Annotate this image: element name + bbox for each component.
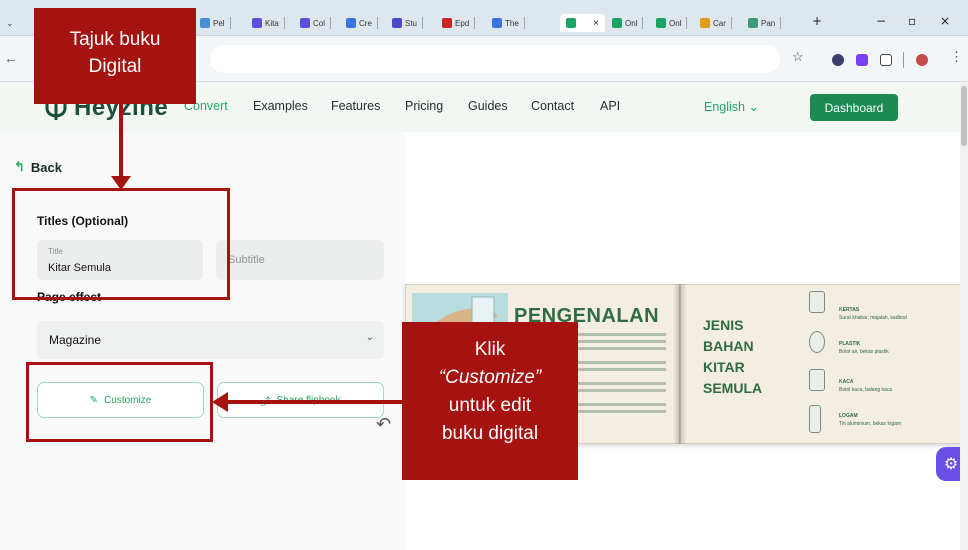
browser-tab[interactable]: Epd bbox=[442, 16, 476, 30]
item-label: LOGAM bbox=[839, 413, 858, 419]
browser-tab[interactable]: Stu bbox=[392, 16, 424, 30]
browser-tab[interactable]: Pan bbox=[748, 16, 782, 30]
dashboard-button[interactable]: Dashboard bbox=[810, 94, 898, 121]
browser-tab[interactable]: Onl bbox=[612, 16, 644, 30]
annotation-arrow-line bbox=[226, 400, 402, 404]
text-line bbox=[566, 368, 666, 371]
tab-favicon-icon bbox=[392, 18, 402, 28]
browser-tab[interactable]: Kita bbox=[252, 16, 285, 30]
page-effect-select[interactable]: Magazine ⌄ bbox=[37, 321, 384, 359]
annotation-arrow-line bbox=[119, 104, 123, 178]
extension-icon[interactable] bbox=[856, 54, 868, 66]
arrow-left-icon bbox=[212, 392, 228, 412]
text-line bbox=[566, 389, 666, 392]
back-arrow-icon[interactable]: ← bbox=[4, 50, 18, 66]
plastic-icon bbox=[809, 331, 825, 353]
maximize-button[interactable]: ▫ bbox=[908, 14, 916, 28]
text-line bbox=[566, 333, 666, 336]
tab-close-icon[interactable]: × bbox=[593, 18, 599, 29]
url-field[interactable] bbox=[210, 45, 780, 73]
undo-icon[interactable]: ↶ bbox=[376, 414, 391, 435]
browser-tab[interactable]: Col bbox=[300, 16, 332, 30]
tab-favicon-icon bbox=[346, 18, 356, 28]
chevron-down-icon: ⌄ bbox=[748, 100, 759, 114]
tab-favicon-icon bbox=[252, 18, 262, 28]
subtitle-field[interactable]: Subtitle bbox=[216, 240, 384, 280]
nav-api[interactable]: API bbox=[600, 99, 620, 113]
more-menu-icon[interactable]: ⋮ bbox=[950, 49, 963, 65]
nav-pricing[interactable]: Pricing bbox=[405, 99, 443, 113]
text-line bbox=[566, 382, 666, 385]
browser-tab[interactable]: Pel bbox=[200, 16, 231, 30]
scrollbar-thumb[interactable] bbox=[961, 86, 967, 146]
subtitle-placeholder: Subtitle bbox=[228, 254, 265, 266]
item-desc: Surat khabar, majalah, kadbod bbox=[839, 315, 907, 321]
puzzle-icon[interactable] bbox=[880, 54, 892, 66]
chevron-down-icon: ⌄ bbox=[365, 332, 374, 343]
tab-favicon-icon bbox=[700, 18, 710, 28]
nav-features[interactable]: Features bbox=[331, 99, 380, 113]
browser-tab-active[interactable]: × bbox=[560, 14, 605, 32]
new-tab-button[interactable]: + bbox=[812, 14, 822, 28]
back-link[interactable]: ↰ Back bbox=[14, 159, 62, 175]
tab-favicon-icon bbox=[300, 18, 310, 28]
annotation-callout-title: Tajuk buku Digital bbox=[34, 8, 196, 104]
text-line bbox=[566, 340, 666, 343]
annotation-box-titles bbox=[12, 188, 230, 300]
toolbar-divider bbox=[903, 52, 904, 68]
item-desc: Botol air, bekas plastik bbox=[839, 349, 889, 355]
nav-examples[interactable]: Examples bbox=[253, 99, 308, 113]
tab-favicon-icon bbox=[442, 18, 452, 28]
annotation-callout-customize: Klik “Customize” untuk edit buku digital bbox=[402, 322, 578, 480]
scrollbar[interactable] bbox=[960, 82, 968, 550]
metal-can-icon bbox=[809, 405, 821, 433]
tab-favicon-icon bbox=[200, 18, 210, 28]
page-heading-right: JENIS BAHAN KITAR SEMULA bbox=[703, 317, 763, 396]
nav-contact[interactable]: Contact bbox=[531, 99, 574, 113]
glass-icon bbox=[809, 369, 825, 391]
back-arrow-icon: ↰ bbox=[14, 159, 25, 174]
text-line bbox=[566, 361, 666, 364]
tab-menu-chevron[interactable]: ⌄ bbox=[6, 16, 14, 30]
tab-favicon-icon bbox=[492, 18, 502, 28]
browser-tab[interactable]: Cre bbox=[346, 16, 378, 30]
language-selector[interactable]: English ⌄ bbox=[704, 99, 759, 114]
text-line bbox=[566, 347, 666, 350]
arrow-down-icon bbox=[111, 176, 131, 190]
annotation-box-customize bbox=[26, 362, 213, 442]
tab-favicon-icon bbox=[566, 18, 576, 28]
browser-tab[interactable]: Onl bbox=[656, 16, 688, 30]
browser-tab[interactable]: Car bbox=[700, 16, 732, 30]
back-label: Back bbox=[30, 159, 62, 175]
text-line bbox=[566, 410, 666, 413]
profile-avatar[interactable] bbox=[916, 54, 928, 66]
book-page-right: JENIS BAHAN KITAR SEMULA KERTAS Surat kh… bbox=[680, 284, 962, 444]
item-label: KACA bbox=[839, 379, 854, 385]
close-window-button[interactable]: × bbox=[940, 14, 950, 28]
item-desc: Botol kaca, balang kaca bbox=[839, 387, 893, 393]
browser-tab[interactable]: The bbox=[492, 16, 525, 30]
page-effect-value: Magazine bbox=[49, 333, 102, 347]
item-desc: Tin aluminium, bekas logam bbox=[839, 421, 902, 427]
paper-icon bbox=[809, 291, 825, 313]
tab-favicon-icon bbox=[748, 18, 758, 28]
tab-favicon-icon bbox=[612, 18, 622, 28]
nav-guides[interactable]: Guides bbox=[468, 99, 508, 113]
star-icon[interactable]: ☆ bbox=[792, 49, 804, 65]
tab-favicon-icon bbox=[656, 18, 666, 28]
text-line bbox=[566, 403, 666, 406]
extension-icon[interactable] bbox=[832, 54, 844, 66]
item-label: KERTAS bbox=[839, 307, 860, 313]
item-label: PLASTIK bbox=[839, 341, 861, 347]
book-spine bbox=[673, 284, 687, 444]
minimize-button[interactable]: − bbox=[876, 14, 886, 28]
